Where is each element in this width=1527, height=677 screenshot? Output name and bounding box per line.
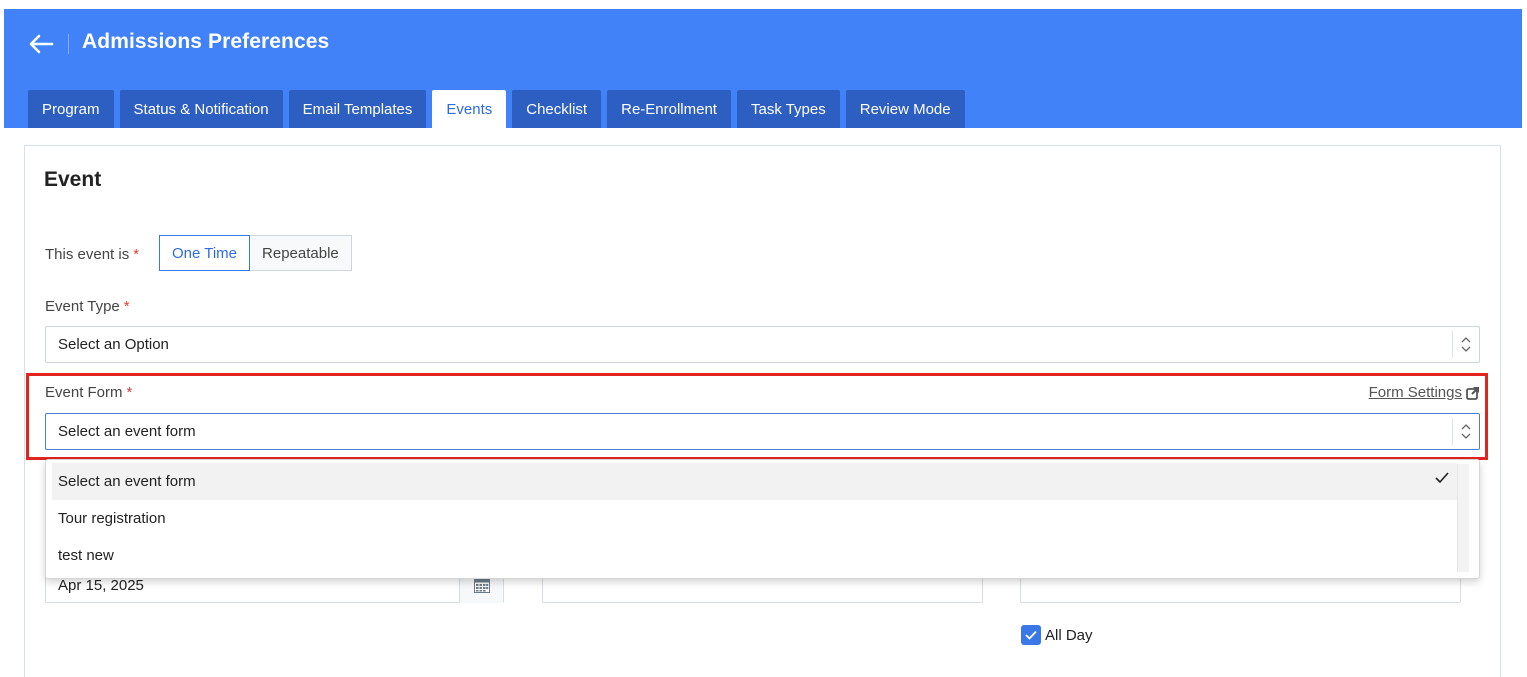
chevron-up-icon: [1461, 424, 1471, 430]
required-mark: *: [126, 384, 133, 401]
all-day-label: All Day: [1045, 626, 1093, 644]
tab-email-templates[interactable]: Email Templates: [288, 90, 427, 128]
select-stepper-icon: [1452, 418, 1479, 445]
tab-events[interactable]: Events: [432, 90, 507, 128]
event-form-label-text: Event Form: [45, 384, 123, 401]
all-day-option[interactable]: All Day: [1021, 625, 1093, 645]
top-strip: [0, 0, 1527, 9]
event-type-value: Select an Option: [58, 336, 169, 353]
event-frequency-toggle: One Time Repeatable: [159, 235, 352, 271]
event-form-label: Event Form *: [45, 384, 132, 401]
form-settings-label: Form Settings: [1368, 384, 1462, 401]
chevron-down-icon: [1461, 346, 1471, 352]
event-is-label: This event is *: [45, 246, 139, 263]
event-card: Event This event is * One Time Repeatable…: [24, 145, 1501, 677]
calendar-icon: [473, 578, 490, 593]
dropdown-option[interactable]: Tour registration: [52, 500, 1457, 537]
dropdown-option-label: Tour registration: [58, 510, 166, 527]
checkmark-icon: [1435, 472, 1449, 484]
form-settings-link[interactable]: Form Settings: [1369, 384, 1480, 401]
start-date-value: Apr 15, 2025: [58, 576, 144, 594]
event-type-label-text: Event Type: [45, 298, 120, 315]
event-is-label-text: This event is: [45, 246, 130, 263]
checkmark-icon: [1025, 630, 1037, 640]
back-button[interactable]: [26, 29, 56, 59]
dropdown-option[interactable]: Select an event form: [52, 463, 1457, 500]
page-title: Admissions Preferences: [82, 30, 330, 53]
event-type-label: Event Type *: [45, 298, 130, 315]
required-mark: *: [123, 298, 130, 315]
one-time-button[interactable]: One Time: [159, 235, 251, 271]
tab-status-notification[interactable]: Status & Notification: [119, 90, 283, 128]
event-form-select[interactable]: Select an event form: [45, 413, 1480, 450]
chevron-down-icon: [1461, 433, 1471, 439]
repeatable-button[interactable]: Repeatable: [250, 235, 352, 271]
tab-re-enrollment[interactable]: Re-Enrollment: [607, 90, 731, 128]
select-stepper-icon: [1452, 331, 1479, 358]
arrow-left-icon: [29, 34, 54, 54]
header-divider: [68, 34, 69, 54]
event-form-dropdown: Select an event form Tour registration t…: [45, 459, 1480, 579]
dropdown-option-label: Select an event form: [58, 473, 196, 490]
tab-checklist[interactable]: Checklist: [512, 90, 602, 128]
dropdown-option-label: test new: [58, 547, 114, 564]
event-form-value: Select an event form: [58, 423, 196, 440]
dropdown-scrollbar[interactable]: [1457, 464, 1469, 572]
event-type-select[interactable]: Select an Option: [45, 326, 1480, 363]
all-day-checkbox[interactable]: [1021, 625, 1041, 645]
tab-review-mode[interactable]: Review Mode: [845, 90, 965, 128]
required-mark: *: [133, 246, 140, 263]
tab-task-types[interactable]: Task Types: [736, 90, 840, 128]
dropdown-option[interactable]: test new: [52, 537, 1457, 574]
header-bar: Admissions Preferences Program Status & …: [4, 9, 1522, 128]
external-link-icon: [1466, 386, 1479, 400]
chevron-up-icon: [1461, 337, 1471, 343]
card-title: Event: [44, 168, 102, 191]
page: Admissions Preferences Program Status & …: [0, 0, 1527, 677]
tab-program[interactable]: Program: [28, 90, 114, 128]
tab-bar: Program Status & Notification Email Temp…: [28, 90, 965, 128]
